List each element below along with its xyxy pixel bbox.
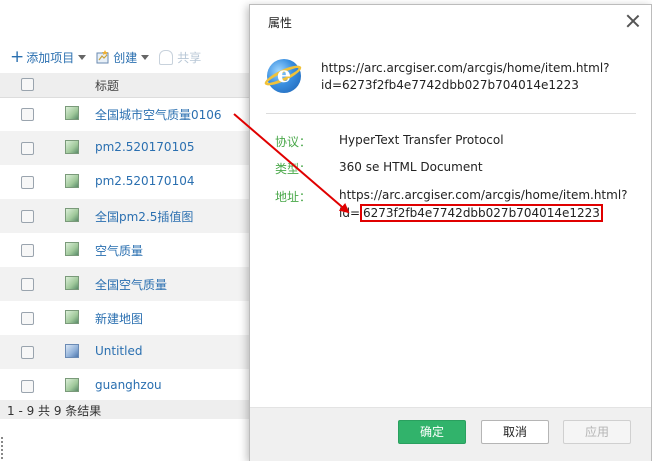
ie-letter-icon: e [277, 62, 291, 88]
item-title-link[interactable]: 新建地图 [95, 310, 143, 327]
select-all-checkbox[interactable] [21, 78, 34, 91]
row-checkbox[interactable] [21, 210, 34, 223]
row-checkbox[interactable] [21, 244, 34, 257]
item-title-link[interactable]: pm2.520170105 [95, 140, 194, 154]
row-checkbox[interactable] [21, 176, 34, 189]
url-line: id=6273f2fb4e7742dbb027b704014e1223 [321, 78, 579, 92]
row-checkbox[interactable] [21, 346, 34, 359]
plus-icon: + [10, 46, 25, 67]
address-value: https://arc.arcgiser.com/arcgis/home/ite… [339, 187, 639, 222]
dialog-titlebar[interactable]: 属性 [250, 5, 651, 37]
toolbar: + 添加项目 创建 共享 [10, 46, 211, 68]
protocol-label: 协议： [275, 135, 312, 149]
map-thumbnail-icon [65, 140, 79, 154]
item-title-link[interactable]: 全国空气质量 [95, 276, 167, 293]
results-count-bar: 1 - 9 共 9 条结果 [0, 400, 250, 419]
row-checkbox[interactable] [21, 312, 34, 325]
dialog-title: 属性 [268, 16, 293, 30]
apply-button[interactable]: 应用 [563, 420, 631, 444]
cancel-button[interactable]: 取消 [481, 420, 549, 444]
add-item-button[interactable]: + 添加项目 [10, 46, 87, 67]
item-title-link[interactable]: 空气质量 [95, 242, 143, 259]
list-item[interactable]: Untitled [0, 335, 250, 369]
item-title-link[interactable]: guanghzou [95, 378, 162, 392]
map-thumbnail-icon [65, 208, 79, 222]
title-column-header[interactable]: 标题 [95, 77, 119, 94]
address-id-prefix: id= [339, 206, 361, 220]
scene-thumbnail-icon [65, 344, 79, 358]
url-line: https://arc.arcgiser.com/arcgis/home/ite… [321, 61, 610, 75]
item-title-link[interactable]: pm2.520170104 [95, 174, 194, 188]
list-item[interactable]: pm2.520170105 [0, 131, 250, 165]
map-thumbnail-icon [65, 174, 79, 188]
row-checkbox[interactable] [21, 380, 34, 393]
ie-globe-icon: e [262, 59, 304, 93]
address-id-line: id= 6273f2fb4e7742dbb027b704014e1223 [339, 204, 639, 222]
highlighted-item-id: 6273f2fb4e7742dbb027b704014e1223 [360, 204, 603, 222]
create-icon [96, 50, 110, 64]
create-label: 创建 [113, 50, 138, 65]
share-icon [159, 49, 174, 65]
list-item[interactable]: guanghzou [0, 369, 250, 403]
results-count: 1 - 9 共 9 条结果 [7, 404, 102, 418]
close-icon[interactable] [625, 13, 641, 29]
create-button[interactable]: 创建 [96, 49, 150, 66]
chevron-down-icon [78, 54, 87, 60]
row-checkbox[interactable] [21, 108, 34, 121]
url-display: https://arc.arcgiser.com/arcgis/home/ite… [321, 60, 631, 94]
item-title-link[interactable]: 全国城市空气质量0106 [95, 106, 222, 123]
list-item[interactable]: 新建地图 [0, 301, 250, 335]
properties-dialog: 属性 e https://arc.arcgiser.com/arcgis/hom… [249, 4, 652, 461]
divider [266, 113, 636, 114]
map-thumbnail-icon [65, 106, 79, 120]
map-thumbnail-icon [65, 276, 79, 290]
share-label: 共享 [177, 50, 202, 65]
list-item[interactable]: 空气质量 [0, 233, 250, 267]
list-header: 标题 [0, 73, 250, 98]
share-button[interactable]: 共享 [159, 49, 201, 66]
row-checkbox[interactable] [21, 142, 34, 155]
protocol-value: HyperText Transfer Protocol [339, 133, 504, 147]
list-item[interactable]: pm2.520170104 [0, 165, 250, 199]
item-title-link[interactable]: 全国pm2.5插值图 [95, 208, 193, 225]
row-checkbox[interactable] [21, 278, 34, 291]
map-thumbnail-icon [65, 378, 79, 392]
list-item[interactable]: 全国pm2.5插值图 [0, 199, 250, 233]
list-item[interactable]: 全国城市空气质量0106 [0, 97, 250, 131]
list-item[interactable]: 全国空气质量 [0, 267, 250, 301]
type-value: 360 se HTML Document [339, 160, 483, 174]
map-thumbnail-icon [65, 310, 79, 324]
resize-grip[interactable] [1, 437, 5, 459]
add-item-label: 添加项目 [26, 50, 75, 65]
ok-button[interactable]: 确定 [398, 420, 466, 444]
chevron-down-icon [141, 54, 150, 60]
item-title-link[interactable]: Untitled [95, 344, 142, 358]
map-thumbnail-icon [65, 242, 79, 256]
address-label: 地址： [275, 190, 312, 204]
dialog-footer: 确定 取消 应用 [250, 407, 651, 461]
address-line: https://arc.arcgiser.com/arcgis/home/ite… [339, 188, 628, 202]
type-label: 类型： [275, 162, 312, 176]
